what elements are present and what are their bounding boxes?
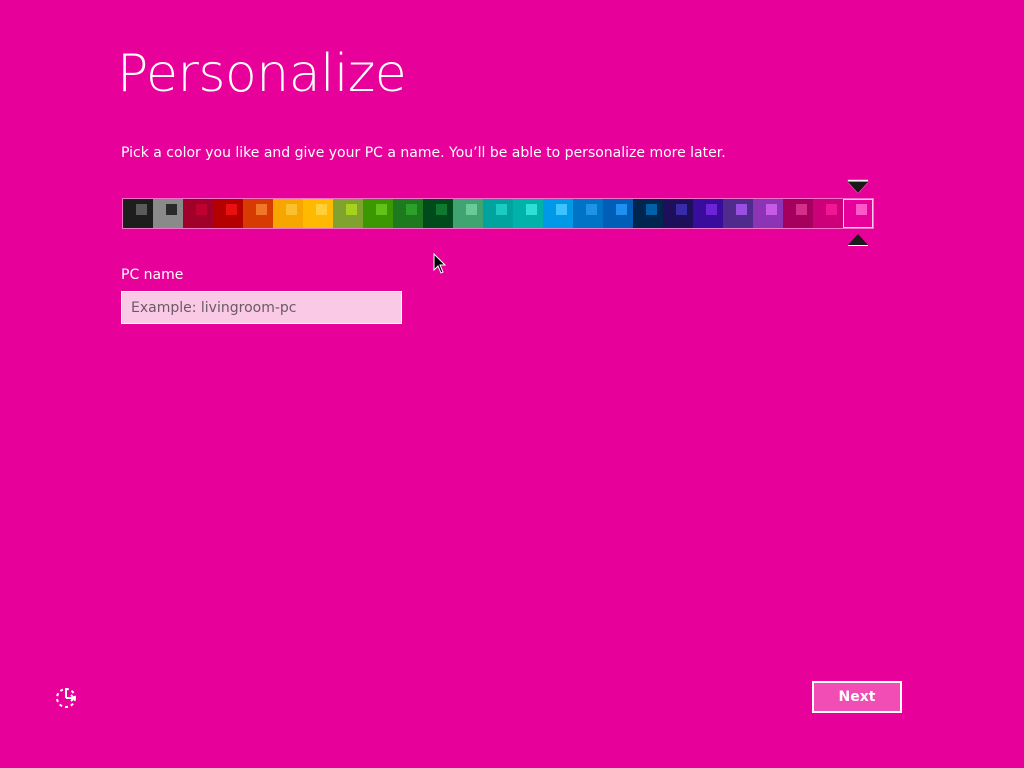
color-swatch-accent xyxy=(826,204,837,215)
color-swatch[interactable] xyxy=(573,199,603,228)
color-swatch[interactable] xyxy=(663,199,693,228)
color-swatch[interactable] xyxy=(723,199,753,228)
color-swatch[interactable] xyxy=(333,199,363,228)
color-swatch-accent xyxy=(376,204,387,215)
color-swatch-accent xyxy=(406,204,417,215)
color-swatch[interactable] xyxy=(303,199,333,228)
color-swatch-accent xyxy=(736,204,747,215)
color-swatch[interactable] xyxy=(843,199,873,228)
pc-name-label: PC name xyxy=(121,267,184,283)
color-palette xyxy=(122,198,874,229)
color-swatch-accent xyxy=(136,204,147,215)
color-swatch[interactable] xyxy=(363,199,393,228)
color-swatch[interactable] xyxy=(453,199,483,228)
color-swatch-accent xyxy=(556,204,567,215)
color-swatch-accent xyxy=(286,204,297,215)
color-swatch-accent xyxy=(766,204,777,215)
page-title: Personalize xyxy=(117,44,407,104)
color-swatch-accent xyxy=(796,204,807,215)
color-swatch[interactable] xyxy=(393,199,423,228)
color-swatch-accent xyxy=(346,204,357,215)
color-swatch[interactable] xyxy=(183,199,213,228)
next-button[interactable]: Next xyxy=(812,681,902,713)
color-swatch-accent xyxy=(856,204,867,215)
color-swatch[interactable] xyxy=(603,199,633,228)
color-swatch[interactable] xyxy=(693,199,723,228)
selected-color-marker-bottom xyxy=(848,234,868,246)
color-swatch[interactable] xyxy=(123,199,153,228)
color-swatch-accent xyxy=(436,204,447,215)
color-swatch[interactable] xyxy=(543,199,573,228)
color-swatch[interactable] xyxy=(783,199,813,228)
color-swatch[interactable] xyxy=(513,199,543,228)
mouse-pointer-icon xyxy=(433,253,447,274)
color-swatch[interactable] xyxy=(633,199,663,228)
color-swatch[interactable] xyxy=(243,199,273,228)
color-swatch[interactable] xyxy=(423,199,453,228)
color-swatch-accent xyxy=(676,204,687,215)
color-swatch[interactable] xyxy=(213,199,243,228)
color-swatch-accent xyxy=(226,204,237,215)
page-subtitle: Pick a color you like and give your PC a… xyxy=(121,145,726,161)
color-swatch[interactable] xyxy=(273,199,303,228)
selected-color-marker-top xyxy=(848,180,868,193)
color-swatch-accent xyxy=(466,204,477,215)
color-swatch-accent xyxy=(526,204,537,215)
color-swatch-accent xyxy=(166,204,177,215)
color-swatch-accent xyxy=(316,204,327,215)
color-swatch-accent xyxy=(496,204,507,215)
ease-of-access-icon[interactable] xyxy=(52,684,80,712)
color-swatch-accent xyxy=(646,204,657,215)
color-swatch-accent xyxy=(256,204,267,215)
color-swatch[interactable] xyxy=(753,199,783,228)
color-swatch[interactable] xyxy=(153,199,183,228)
color-swatch-accent xyxy=(706,204,717,215)
color-swatch-accent xyxy=(196,204,207,215)
pc-name-input[interactable] xyxy=(121,291,402,324)
color-swatch-accent xyxy=(586,204,597,215)
color-swatch[interactable] xyxy=(483,199,513,228)
color-swatch-accent xyxy=(616,204,627,215)
color-swatch[interactable] xyxy=(813,199,843,228)
